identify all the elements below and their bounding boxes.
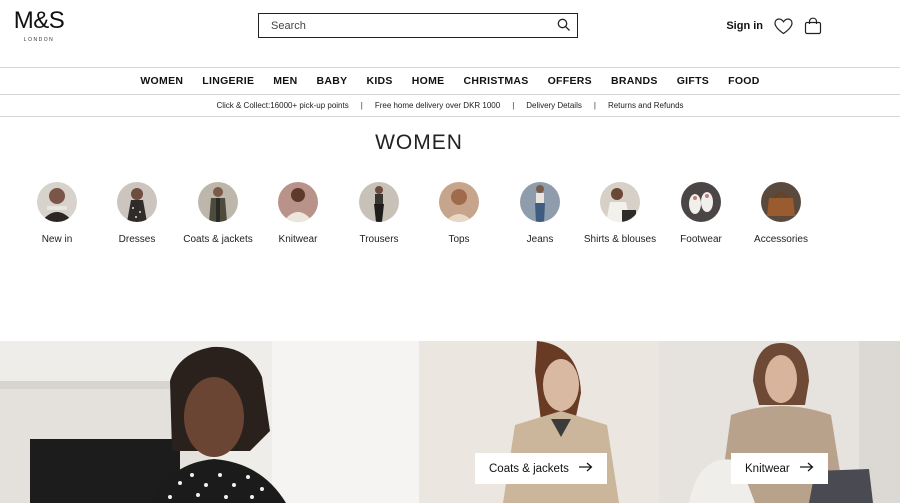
sign-in-link[interactable]: Sign in: [726, 20, 763, 32]
category-label: Dresses: [118, 234, 156, 245]
service-strip: Click & Collect:16000+ pick-up points | …: [0, 95, 900, 117]
category-thumbnail: [359, 182, 399, 222]
category-accessories[interactable]: Accessories: [741, 182, 821, 246]
nav-baby[interactable]: BABY: [317, 75, 348, 87]
knitwear-tag[interactable]: Knitwear: [731, 453, 828, 484]
brand-name: M&S: [13, 7, 65, 34]
nav-men[interactable]: MEN: [273, 75, 297, 87]
search-input[interactable]: [269, 14, 543, 37]
category-label: Accessories: [754, 234, 808, 245]
hero-image-knitwear[interactable]: Knitwear: [659, 341, 900, 503]
category-footwear[interactable]: Footwear: [661, 182, 741, 246]
nav-offers[interactable]: OFFERS: [548, 75, 592, 87]
nav-food[interactable]: FOOD: [728, 75, 760, 87]
strip-returns[interactable]: Returns and Refunds: [608, 101, 684, 110]
search-box: [258, 13, 578, 38]
heart-icon[interactable]: [773, 17, 793, 35]
category-label: Jeans: [526, 234, 554, 245]
arrow-right-icon: [799, 462, 814, 475]
category-thumbnail: [37, 182, 77, 222]
arrow-right-icon: [578, 462, 593, 475]
nav-gifts[interactable]: GIFTS: [677, 75, 709, 87]
nav-brands[interactable]: BRANDS: [611, 75, 658, 87]
brand-logo[interactable]: M&S LONDON: [11, 7, 67, 44]
strip-separator: |: [593, 101, 596, 110]
category-thumbnail: [439, 182, 479, 222]
brand-sub: LONDON: [23, 37, 55, 43]
nav-lingerie[interactable]: LINGERIE: [202, 75, 254, 87]
category-coats-jackets[interactable]: Coats & jackets: [178, 182, 258, 246]
strip-delivery-details[interactable]: Delivery Details: [526, 101, 582, 110]
category-thumbnail: [198, 182, 238, 222]
search-icon[interactable]: [557, 18, 571, 32]
category-thumbnail: [761, 182, 801, 222]
tag-label: Coats & jackets: [489, 462, 569, 475]
bag-icon[interactable]: [803, 17, 823, 35]
category-tops[interactable]: Tops: [419, 182, 499, 246]
hero-image-main[interactable]: [0, 341, 419, 503]
category-label: New in: [41, 234, 73, 245]
page-title: WOMEN: [375, 131, 463, 154]
main-nav: WOMEN LINGERIE MEN BABY KIDS HOME CHRIST…: [0, 68, 900, 95]
nav-home[interactable]: HOME: [412, 75, 445, 87]
strip-click-collect[interactable]: Click & Collect:16000+ pick-up points: [216, 101, 348, 110]
category-knitwear[interactable]: Knitwear: [258, 182, 338, 246]
nav-women[interactable]: WOMEN: [140, 75, 183, 87]
category-jeans[interactable]: Jeans: [500, 182, 580, 246]
category-label: Shirts & blouses: [583, 234, 657, 245]
category-thumbnail: [600, 182, 640, 222]
coats-jackets-tag[interactable]: Coats & jackets: [475, 453, 607, 484]
category-label: Tops: [448, 234, 470, 245]
category-thumbnail: [681, 182, 721, 222]
category-label: Footwear: [680, 234, 722, 245]
category-label: Trousers: [359, 234, 399, 245]
category-dresses[interactable]: Dresses: [97, 182, 177, 246]
header-actions: Sign in: [726, 17, 823, 35]
category-thumbnail: [520, 182, 560, 222]
category-thumbnail: [278, 182, 318, 222]
category-new-in[interactable]: New in: [17, 182, 97, 246]
tag-label: Knitwear: [745, 462, 790, 475]
nav-kids[interactable]: KIDS: [366, 75, 392, 87]
strip-separator: |: [512, 101, 515, 110]
strip-separator: |: [360, 101, 363, 110]
category-thumbnail: [117, 182, 157, 222]
hero-banner: Coats & jackets Knitwear: [0, 341, 900, 503]
nav-christmas[interactable]: CHRISTMAS: [463, 75, 528, 87]
hero-image-coats[interactable]: Coats & jackets: [419, 341, 659, 503]
site-header: M&S LONDON Sign in: [0, 0, 900, 68]
strip-free-delivery[interactable]: Free home delivery over DKR 1000: [375, 101, 500, 110]
category-label: Coats & jackets: [183, 234, 253, 245]
category-shirts-blouses[interactable]: Shirts & blouses: [580, 182, 660, 246]
category-trousers[interactable]: Trousers: [339, 182, 419, 246]
category-label: Knitwear: [278, 234, 318, 245]
